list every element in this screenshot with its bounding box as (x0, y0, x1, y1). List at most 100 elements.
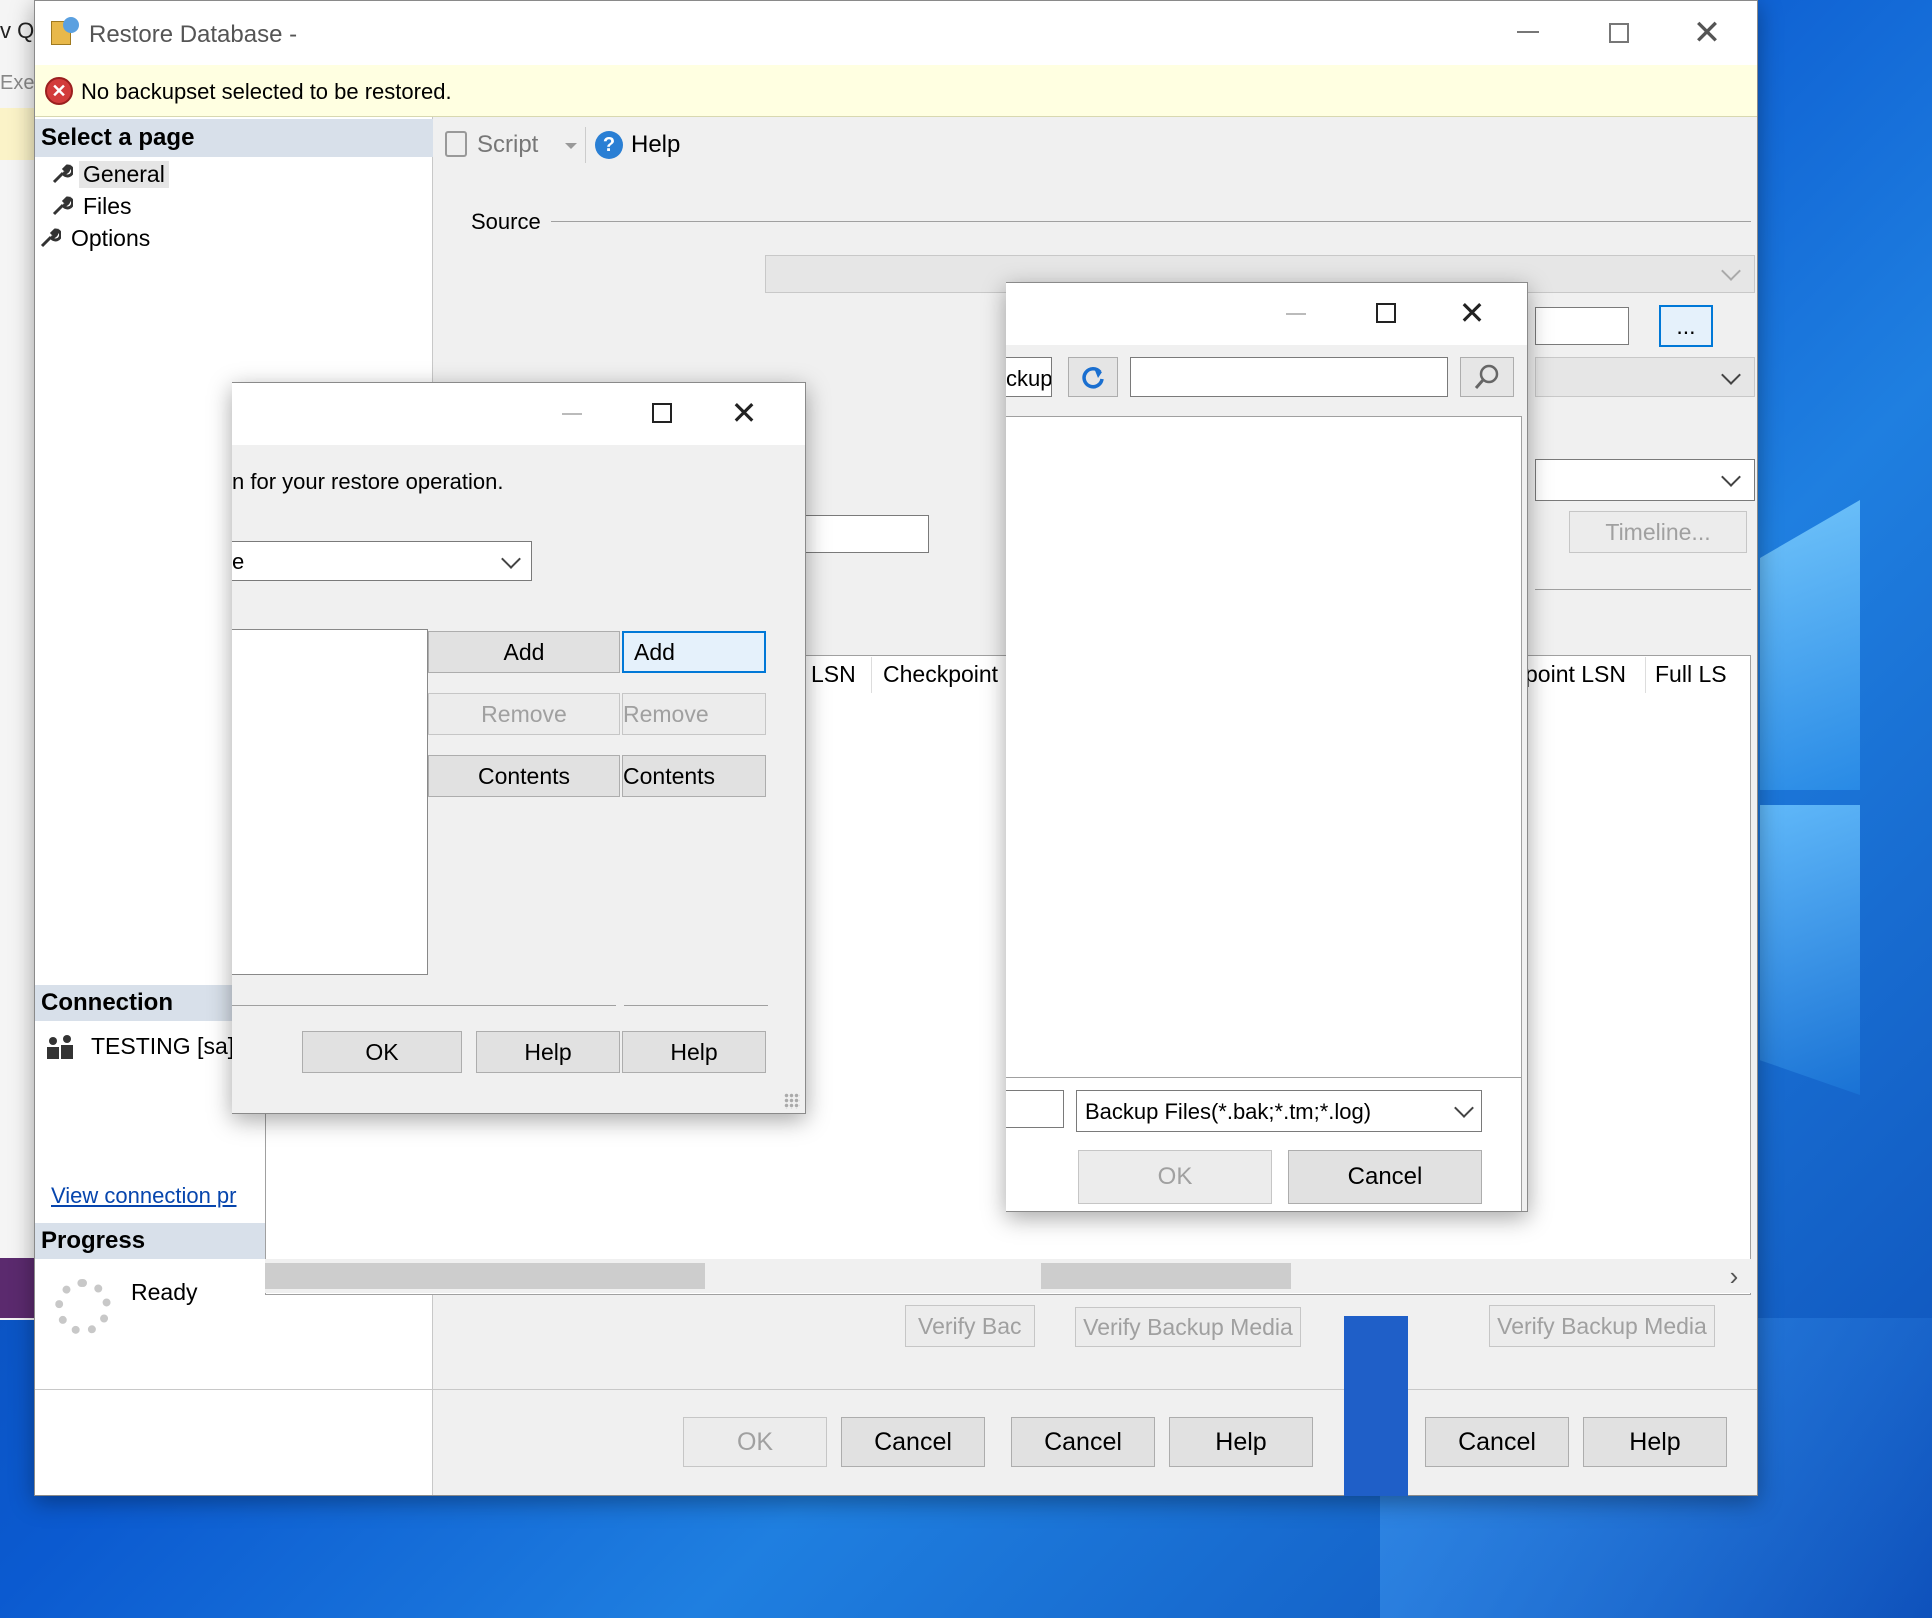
grid-column-divider (1645, 657, 1646, 693)
scroll-right-arrow-icon[interactable]: › (1719, 1259, 1749, 1293)
restore-to-dropdown[interactable] (1535, 459, 1755, 501)
backup-path-value: ckup (1006, 366, 1052, 391)
add-button-1[interactable]: Add (428, 631, 620, 673)
backup-devices-separator-1 (232, 1005, 616, 1006)
minimize-button[interactable] (1517, 31, 1539, 33)
file-search-input[interactable] (1130, 357, 1448, 397)
footer-separator (35, 1389, 1757, 1390)
file-name-field[interactable] (1006, 1090, 1064, 1128)
maximize-button[interactable] (1376, 303, 1396, 323)
page-label-general: General (79, 161, 169, 188)
backup-devices-separator-2 (624, 1005, 768, 1006)
grid-column-lsn[interactable]: LSN (811, 661, 856, 688)
main-title-bar: Restore Database - ✕ (35, 1, 1757, 65)
grid-column-checkpoint[interactable]: Checkpoint L (883, 661, 1017, 688)
scrollbar-thumb-2[interactable] (1041, 1263, 1291, 1289)
ok-button[interactable]: OK (683, 1417, 827, 1467)
database-select-dropdown[interactable] (1535, 357, 1755, 397)
source-group-line (551, 221, 1751, 222)
grid-horizontal-scrollbar[interactable]: › (265, 1259, 1751, 1293)
wrench-icon (52, 164, 73, 184)
help-button-2[interactable]: Help (1583, 1417, 1727, 1467)
timeline-button[interactable]: Timeline... (1569, 511, 1747, 553)
help-toolbar-label: Help (631, 131, 681, 158)
close-button[interactable]: ✕ (726, 395, 762, 431)
script-button[interactable]: Script (443, 127, 583, 163)
add-button-2[interactable]: Add (622, 631, 766, 673)
cancel-button-1[interactable]: Cancel (841, 1417, 985, 1467)
error-message: No backupset selected to be restored. (81, 79, 452, 104)
backup-media-type-value: e (232, 549, 245, 574)
file-type-dropdown[interactable]: Backup Files(*.bak;*.tm;*.log) (1076, 1090, 1482, 1132)
backup-media-type-dropdown[interactable]: e (232, 541, 532, 581)
progress-status: Ready (131, 1279, 198, 1305)
window-title: Restore Database - (89, 21, 298, 48)
progress-spinner-icon (55, 1279, 111, 1335)
page-item-options[interactable]: Options (35, 223, 195, 253)
refresh-icon (1082, 367, 1104, 389)
page-item-general[interactable]: General (43, 159, 203, 189)
verify-backup-media-button-2[interactable]: Verify Backup Media (1075, 1307, 1301, 1347)
backup-devices-title-bar: ✕ (232, 383, 805, 445)
grid-column-checkpoint-lsn[interactable]: point LSN (1525, 661, 1626, 688)
backup-devices-help-button-1[interactable]: Help (476, 1031, 620, 1073)
minimize-button[interactable] (1286, 313, 1306, 315)
maximize-button[interactable] (652, 403, 672, 423)
error-icon: ✕ (45, 77, 73, 105)
verify-backup-media-button-3[interactable]: Verify Backup Media (1489, 1305, 1715, 1347)
locate-backup-title-bar: ✕ (1006, 283, 1527, 345)
connection-value: TESTING [sa] (91, 1033, 235, 1059)
search-button[interactable] (1460, 357, 1514, 397)
script-label: Script (477, 131, 539, 158)
connection-icon (47, 1033, 75, 1061)
locate-ok-button[interactable]: OK (1078, 1150, 1272, 1204)
error-banner: ✕ No backupset selected to be restored. (35, 65, 1757, 117)
select-backup-devices-dialog: ✕ n for your restore operation. e Add Ad… (232, 382, 806, 1114)
desktop-logo-pane-top (1760, 500, 1860, 790)
desktop-logo-pane-bottom (1760, 805, 1860, 1095)
maximize-button[interactable] (1609, 23, 1629, 43)
help-icon: ? (595, 131, 623, 159)
cancel-button-2[interactable]: Cancel (1011, 1417, 1155, 1467)
toolbar-separator (585, 127, 586, 163)
backup-devices-ok-button[interactable]: OK (302, 1031, 462, 1073)
browse-device-button[interactable]: ... (1659, 305, 1713, 347)
wrench-icon (52, 196, 73, 216)
remove-button-2[interactable]: Remove (622, 693, 766, 735)
grid-column-divider (871, 657, 872, 693)
select-page-header: Select a page (35, 119, 433, 157)
wrench-icon (40, 228, 61, 248)
backup-media-list[interactable] (232, 629, 428, 975)
remove-button-1[interactable]: Remove (428, 693, 620, 735)
cancel-button-3[interactable]: Cancel (1425, 1417, 1569, 1467)
backup-path-dropdown[interactable]: ckup (1006, 357, 1052, 397)
refresh-button[interactable] (1068, 357, 1118, 397)
restore-to-field-left (803, 515, 929, 553)
help-toolbar-button[interactable]: ? Help (593, 127, 693, 163)
page-item-files[interactable]: Files (43, 191, 203, 221)
backup-devices-help-button-2[interactable]: Help (622, 1031, 766, 1073)
restore-database-app-icon (51, 17, 81, 47)
page-label-files: Files (83, 193, 132, 219)
script-dropdown-arrow-icon[interactable] (565, 143, 577, 149)
backup-devices-instruction: n for your restore operation. (232, 469, 504, 494)
close-button[interactable]: ✕ (1689, 14, 1725, 52)
locate-cancel-button[interactable]: Cancel (1288, 1150, 1482, 1204)
close-button[interactable]: ✕ (1454, 295, 1490, 331)
verify-backup-media-button-1[interactable]: Verify Bac (905, 1305, 1035, 1347)
contents-button-2[interactable]: Contents (622, 755, 766, 797)
file-tree-panel[interactable] (1006, 416, 1522, 1078)
desktop-gap (1344, 1316, 1408, 1496)
minimize-button[interactable] (562, 413, 582, 415)
view-connection-link[interactable]: View connection pr (51, 1183, 237, 1209)
scrollbar-thumb[interactable] (265, 1263, 705, 1289)
source-group-label: Source (471, 209, 541, 234)
contents-button-1[interactable]: Contents (428, 755, 620, 797)
device-path-field (1535, 307, 1629, 345)
page-label-options: Options (71, 225, 151, 251)
grid-column-full-lsn[interactable]: Full LS (1655, 661, 1727, 688)
file-type-value: Backup Files(*.bak;*.tm;*.log) (1085, 1099, 1372, 1124)
resize-grip-icon[interactable] (784, 1093, 800, 1109)
help-button-1[interactable]: Help (1169, 1417, 1313, 1467)
script-icon (445, 131, 467, 157)
